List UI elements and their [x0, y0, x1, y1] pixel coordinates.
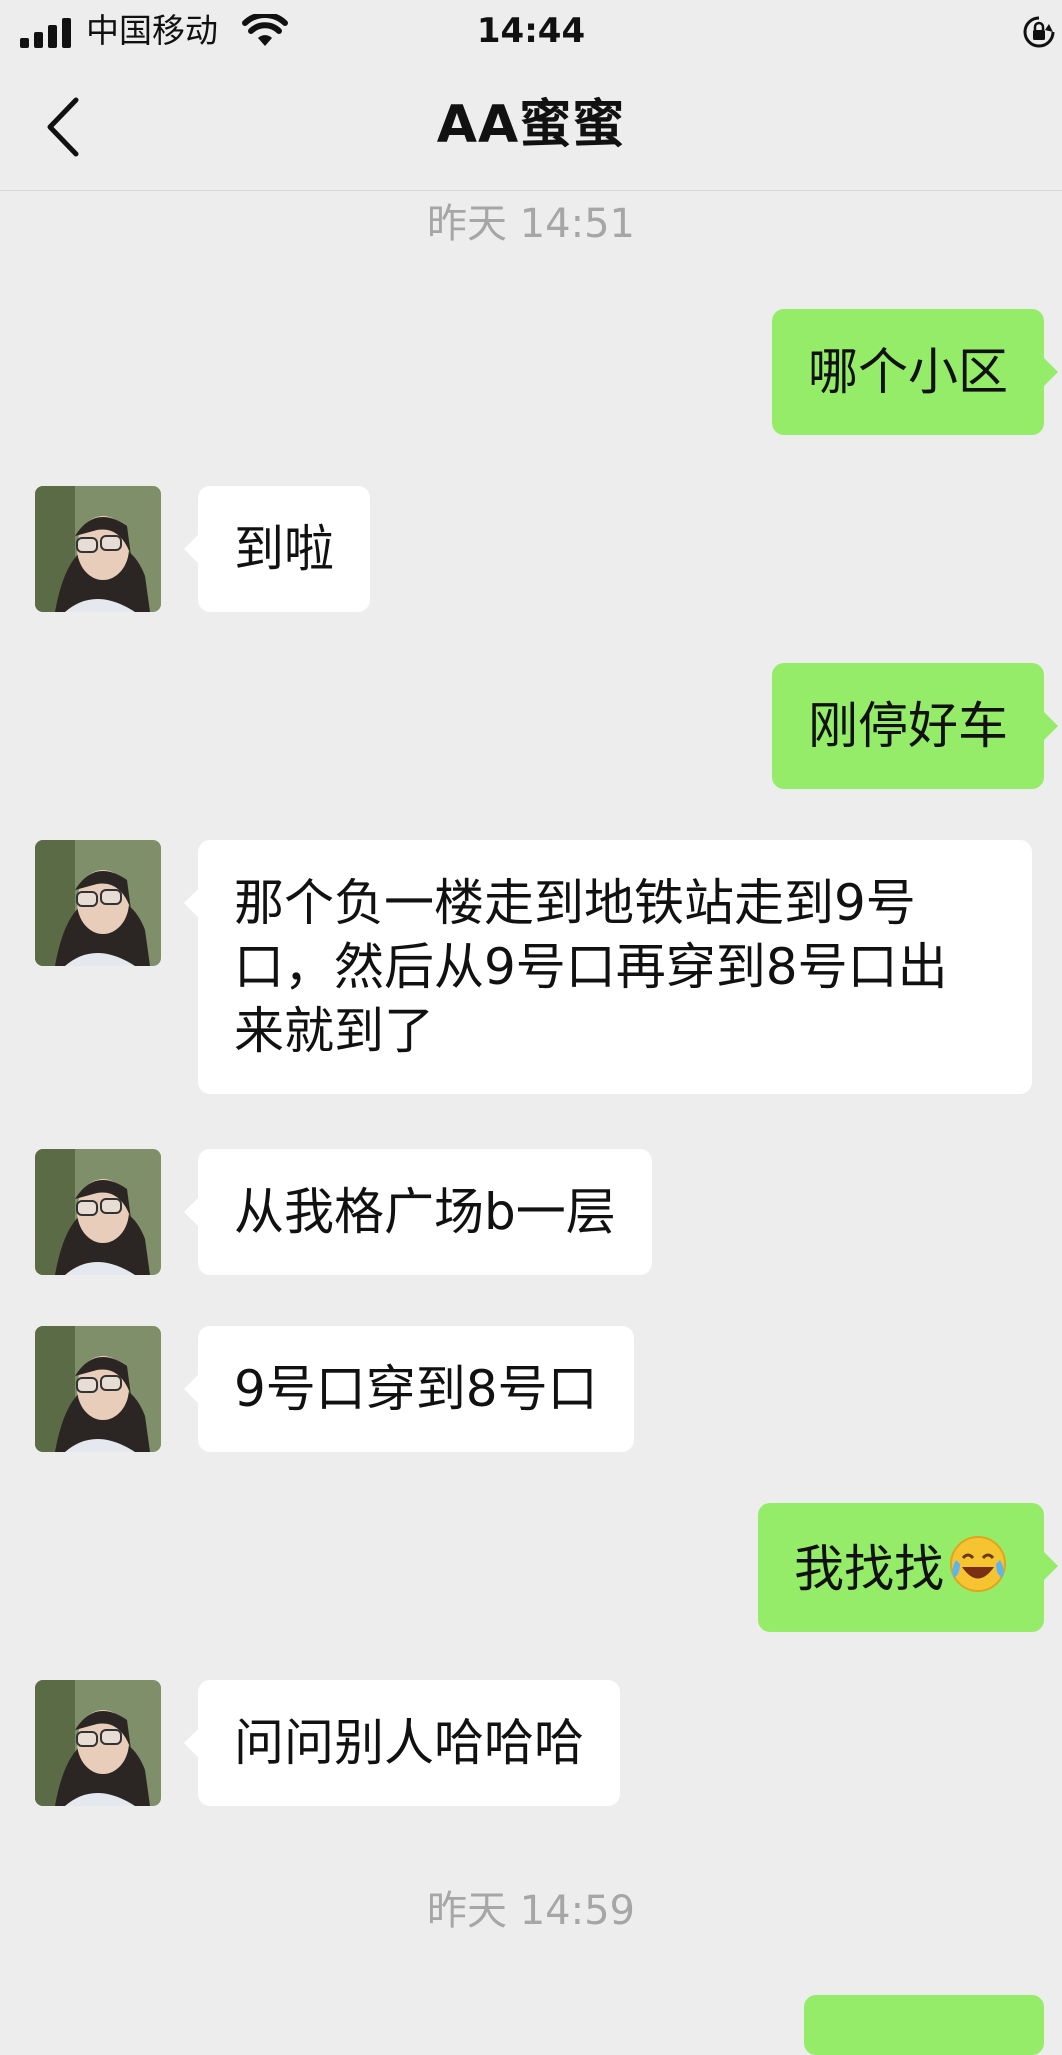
friend-avatar[interactable]	[35, 1326, 161, 1452]
friend-avatar[interactable]	[35, 1680, 161, 1806]
chat-title: AA蜜蜜	[436, 95, 626, 155]
rotation-lock-icon	[1023, 16, 1055, 48]
timestamp: 昨天 14:59	[427, 1888, 635, 1934]
message-bubble-received[interactable]: 9号口穿到8号口	[184, 1326, 634, 1452]
message-bubble-sent[interactable]: 哪个小区	[772, 309, 1058, 435]
friend-avatar[interactable]	[35, 1149, 161, 1275]
message-bubble-sent[interactable]: 我找找	[758, 1503, 1058, 1632]
message-bubble-sent-partial[interactable]	[804, 1995, 1044, 2055]
status-bar: 中国移动 14:44	[0, 0, 1062, 62]
friend-avatar[interactable]	[35, 840, 161, 966]
message-bubble-received[interactable]: 那个负一楼走到地铁站走到9号口，然后从9号口再穿到8号口出来就到了	[184, 840, 1032, 1094]
timestamp: 昨天 14:51	[427, 201, 635, 247]
message-bubble-received[interactable]: 从我格广场b一层	[184, 1149, 652, 1275]
message-bubble-received[interactable]: 到啦	[184, 486, 370, 612]
friend-avatar[interactable]	[35, 486, 161, 612]
message-bubble-sent[interactable]: 刚停好车	[772, 663, 1058, 789]
laughing-crying-emoji-icon	[950, 1536, 1006, 1592]
message-bubble-received[interactable]: 问问别人哈哈哈	[184, 1680, 620, 1806]
nav-bar: AA蜜蜜	[0, 62, 1062, 191]
status-time: 14:44	[476, 11, 586, 51]
message-text: 我找找	[794, 1540, 944, 1598]
